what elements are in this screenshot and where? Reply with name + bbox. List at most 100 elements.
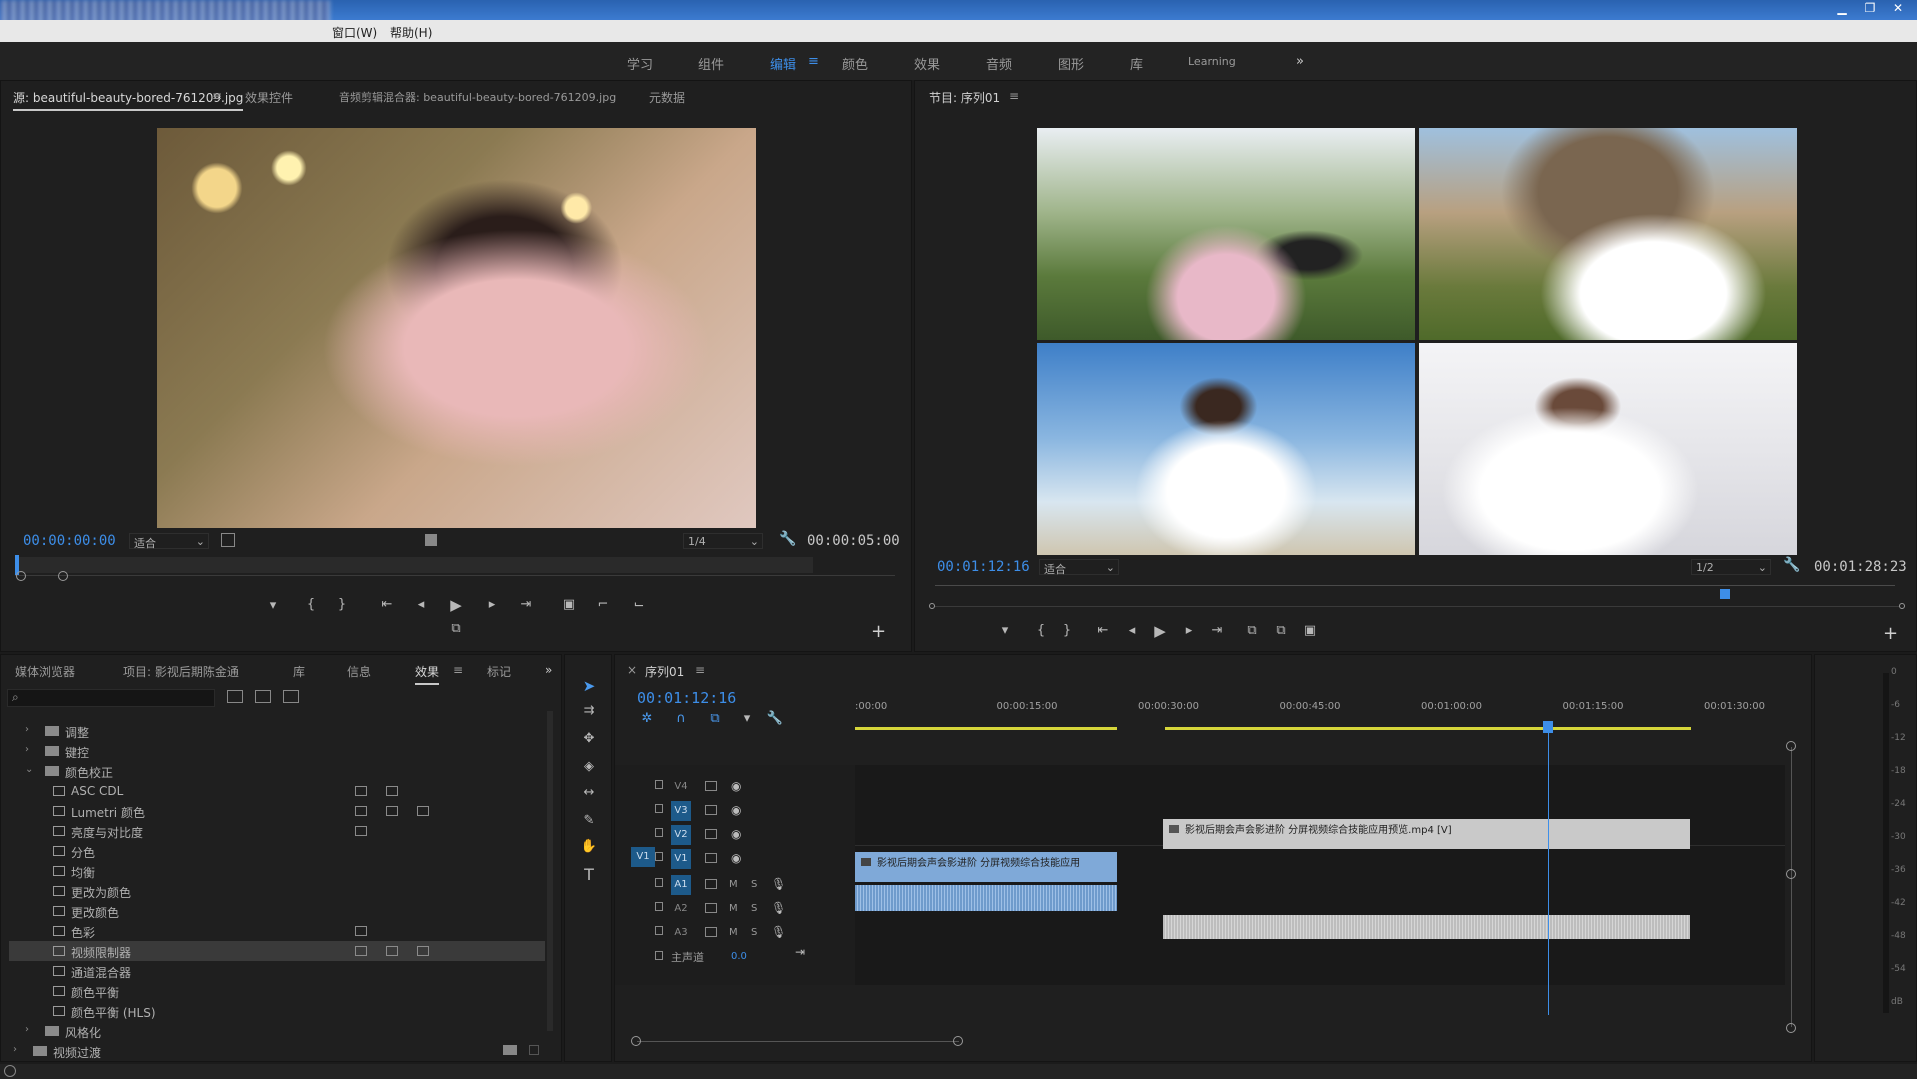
workspace-assembly[interactable]: 组件 [698, 54, 724, 73]
add-marker-icon[interactable]: ▾ [737, 711, 757, 726]
nest-toggle-icon[interactable]: ✲ [637, 711, 657, 726]
effects-item[interactable]: 更改颜色 [9, 901, 545, 921]
source-resolution-dropdown[interactable]: 1/4 ⌄ [683, 533, 763, 549]
program-timecode[interactable]: 00:01:12:16 [937, 559, 1030, 575]
audio-track-target[interactable]: A1 [671, 875, 691, 895]
timeline-h-scrollbar[interactable] [637, 1041, 959, 1042]
mute-button[interactable]: M [729, 927, 738, 938]
tab-effects-menu-icon[interactable]: ≡ [453, 663, 463, 677]
tab-sequence[interactable]: 序列01 [645, 663, 684, 680]
workspace-menu-icon[interactable]: ≡ [808, 54, 819, 69]
eye-icon[interactable]: ◉ [731, 779, 741, 793]
step-back-icon[interactable]: ◂ [1122, 623, 1142, 638]
effects-item[interactable]: ASC CDL [9, 781, 545, 801]
add-marker-icon[interactable]: ▾ [263, 598, 283, 613]
audio-track-target[interactable]: A3 [671, 923, 691, 943]
workspace-effects[interactable]: 效果 [914, 54, 940, 73]
zoom-handle-right[interactable] [58, 571, 68, 581]
v-scroll-bottom-handle[interactable] [1786, 1023, 1796, 1033]
accelerated-effects-icon[interactable] [227, 690, 243, 703]
effects-item[interactable]: 分色 [9, 841, 545, 861]
solo-button[interactable]: S [751, 927, 757, 938]
h-scroll-left-handle[interactable] [631, 1036, 641, 1046]
solo-button[interactable]: S [751, 879, 757, 890]
clip-a1[interactable] [855, 885, 1117, 911]
source-scrubber[interactable] [15, 557, 813, 573]
menu-window[interactable]: 窗口(W) [332, 24, 377, 41]
microphone-icon[interactable]: 🎙 [771, 877, 786, 891]
linked-selection-icon[interactable]: ⧉ [705, 711, 725, 726]
play-icon[interactable]: ▶ [1150, 622, 1170, 640]
wrench-icon[interactable]: 🔧 [779, 531, 796, 547]
eye-icon[interactable]: ◉ [731, 851, 741, 865]
effects-folder[interactable]: › 风格化 [9, 1021, 545, 1041]
ripple-edit-tool-icon[interactable]: ✥ [579, 731, 599, 746]
slip-tool-icon[interactable]: ↔ [579, 785, 599, 800]
clip-a2[interactable] [1163, 915, 1690, 939]
tab-project[interactable]: 项目: 影视后期陈金通 [123, 663, 239, 680]
twirl-icon[interactable]: › [25, 744, 29, 755]
sync-lock-icon[interactable] [705, 829, 717, 839]
h-scroll-right-handle[interactable] [953, 1036, 963, 1046]
v-scroll-top-handle[interactable] [1786, 741, 1796, 751]
program-zoom-right[interactable] [1899, 603, 1905, 609]
effects-search-input[interactable]: ⌕ [7, 689, 215, 707]
master-volume-value[interactable]: 0.0 [731, 951, 747, 962]
video-track-target[interactable]: V3 [671, 801, 691, 821]
source-add-button-icon[interactable]: + [871, 621, 886, 642]
effects-folder[interactable]: › 视频过渡 [9, 1041, 545, 1061]
mark-in-icon[interactable]: { [301, 597, 321, 612]
effects-item[interactable]: 颜色平衡 (HLS) [9, 1001, 545, 1021]
close-icon[interactable]: ✕ [1885, 0, 1911, 16]
workspace-overflow-icon[interactable]: » [1296, 54, 1304, 69]
program-fit-dropdown[interactable]: 适合 ⌄ [1039, 559, 1119, 576]
workspace-learn[interactable]: 学习 [627, 54, 653, 73]
step-forward-icon[interactable]: ▸ [482, 597, 502, 612]
effects-item[interactable]: 颜色平衡 [9, 981, 545, 1001]
export-frame-icon[interactable]: ▣ [559, 597, 579, 612]
go-to-in-icon[interactable]: ⇤ [1093, 623, 1113, 638]
lock-icon[interactable] [655, 828, 663, 837]
video-track-target[interactable]: V2 [671, 825, 691, 845]
timeline-settings-icon[interactable]: 🔧 [765, 711, 785, 726]
restore-icon[interactable]: ❐ [1857, 0, 1883, 16]
yuv-effects-icon[interactable] [283, 690, 299, 703]
wrench-icon[interactable]: 🔧 [1783, 557, 1800, 573]
menu-help[interactable]: 帮助(H) [390, 24, 432, 41]
workspace-learning[interactable]: Learning [1188, 55, 1236, 68]
play-icon[interactable]: ▶ [446, 596, 466, 614]
twirl-icon[interactable]: › [25, 1024, 29, 1035]
workspace-graphics[interactable]: 图形 [1058, 54, 1084, 73]
program-scrubber[interactable] [935, 585, 1895, 586]
twirl-icon[interactable]: › [25, 724, 29, 735]
effects-scrollbar[interactable] [547, 711, 553, 1031]
drag-video-icon[interactable]: ⧉ [446, 621, 466, 636]
tab-effects[interactable]: 效果 [415, 663, 440, 685]
tab-source[interactable]: 源: beautiful-beauty-bored-761209.jpg [13, 89, 244, 111]
step-forward-icon[interactable]: ▸ [1179, 623, 1199, 638]
program-add-button-icon[interactable]: + [1883, 623, 1898, 644]
sync-lock-icon[interactable] [705, 903, 717, 913]
mute-button[interactable]: M [729, 903, 738, 914]
overwrite-edit-icon[interactable]: ⌙ [629, 597, 649, 612]
export-frame-icon[interactable]: ▣ [1300, 623, 1320, 638]
type-tool-icon[interactable]: T [579, 865, 599, 884]
twirl-icon[interactable]: › [13, 1044, 17, 1055]
go-to-in-icon[interactable]: ⇤ [377, 597, 397, 612]
workspace-color[interactable]: 颜色 [842, 54, 868, 73]
workspace-libraries[interactable]: 库 [1130, 54, 1143, 73]
lock-icon[interactable] [655, 780, 663, 789]
lock-icon[interactable] [655, 951, 663, 960]
lock-icon[interactable] [655, 852, 663, 861]
microphone-icon[interactable]: 🎙 [771, 901, 786, 915]
snap-icon[interactable]: ∩ [671, 711, 691, 726]
lock-icon[interactable] [655, 804, 663, 813]
pen-tool-icon[interactable]: ✎ [579, 813, 599, 828]
effects-item[interactable]: 视频限制器 [9, 941, 545, 961]
mark-out-icon[interactable]: } [1057, 623, 1077, 638]
effects-item[interactable]: Lumetri 颜色 [9, 801, 545, 821]
audio-track-target[interactable]: A2 [671, 899, 691, 919]
tab-effect-controls[interactable]: 效果控件 [245, 89, 293, 106]
tab-markers[interactable]: 标记 [487, 663, 511, 680]
clip-v2[interactable]: 影视后期会声会影进阶 分屏视频综合技能应用预览.mp4 [V] [1163, 819, 1690, 849]
